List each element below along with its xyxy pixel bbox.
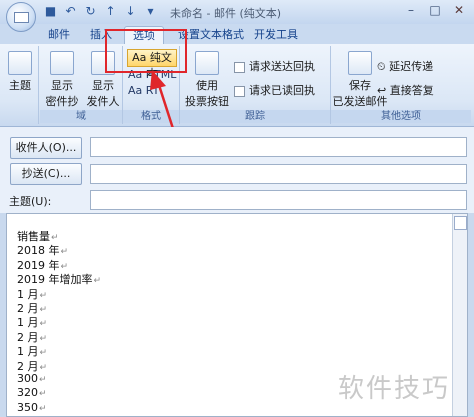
body-line-text: 1 月 bbox=[17, 287, 39, 301]
paragraph-mark-icon: ↵ bbox=[39, 389, 47, 400]
body-line-text: 2 月 bbox=[17, 330, 39, 344]
office-button[interactable] bbox=[6, 2, 36, 32]
watermark: 软件技巧 bbox=[338, 374, 451, 404]
body-line-text: 2 月 bbox=[17, 302, 39, 315]
to-button[interactable]: 收件人(O)... bbox=[10, 137, 82, 159]
body-line-text: 1 月 bbox=[17, 345, 39, 359]
body-line-text: 销售量 bbox=[17, 230, 50, 243]
body-line: 350↵ bbox=[17, 401, 47, 414]
mail-icon bbox=[14, 12, 29, 23]
message-header: 收件人(O)... 抄送(C)... 主题(U): bbox=[0, 127, 474, 213]
cc-field[interactable] bbox=[90, 164, 467, 184]
body-line-text: 2019 年 bbox=[17, 258, 60, 272]
paragraph-mark-icon: ↵ bbox=[39, 403, 47, 414]
body-line-text: 350 bbox=[17, 400, 38, 414]
paragraph-mark-icon: ↵ bbox=[93, 276, 102, 287]
to-field[interactable] bbox=[90, 137, 467, 157]
ruler-icon[interactable] bbox=[454, 216, 467, 230]
body-line: 300↵ bbox=[17, 372, 47, 385]
body-line: 320↵ bbox=[17, 386, 47, 399]
body-line-text: 2 月 bbox=[17, 359, 39, 373]
body-line-text: 2019 年增加率 bbox=[17, 273, 93, 287]
paragraph-mark-icon: ↵ bbox=[39, 375, 47, 385]
vertical-scrollbar[interactable] bbox=[452, 214, 467, 416]
body-line-text: 1 月 bbox=[17, 316, 39, 330]
subject-label: 主题(U): bbox=[9, 195, 52, 208]
body-line-text: 2018 年 bbox=[17, 244, 60, 258]
subject-field[interactable] bbox=[90, 190, 467, 210]
body-line-text: 320 bbox=[17, 386, 38, 400]
arrow-head bbox=[150, 70, 166, 90]
body-line-text: 300 bbox=[17, 372, 38, 385]
cc-button[interactable]: 抄送(C)... bbox=[10, 163, 82, 185]
